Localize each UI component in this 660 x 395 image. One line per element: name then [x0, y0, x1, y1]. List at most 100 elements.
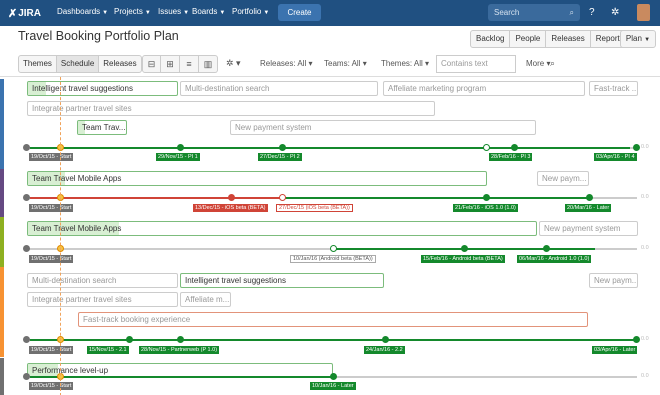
release-label[interactable]: 28/Nov/15 - Partnerweb (P 1.0): [139, 346, 220, 354]
release-marker[interactable]: [23, 373, 30, 380]
release-label[interactable]: 27/Dec/15 - PI 2: [258, 153, 302, 161]
release-marker[interactable]: [461, 245, 468, 252]
themes-filter[interactable]: Themes: All ▾: [381, 59, 429, 68]
release-marker[interactable]: [633, 336, 640, 343]
release-label[interactable]: 21/Feb/16 - iOS 1.0 (1.0): [453, 204, 518, 212]
teams-filter[interactable]: Teams: All ▾: [324, 59, 367, 68]
epic-label: New paym...: [594, 276, 638, 285]
release-marker[interactable]: [330, 373, 337, 380]
release-label[interactable]: 10/Jan/16 (Android beta (BETA)): [290, 255, 376, 263]
top-navigation-bar: ✗ JIRA Dashboards ▼ Projects ▼ Issues ▼ Boa…: [0, 0, 660, 26]
list-view-icon[interactable]: ≡: [180, 55, 199, 73]
release-label[interactable]: 29/Nov/15 - PI 1: [156, 153, 200, 161]
more-menu[interactable]: More ▾: [526, 59, 550, 68]
epic-bar[interactable]: Fast-track booking experience: [78, 312, 588, 327]
epic-label: Intelligent travel suggestions: [185, 276, 286, 285]
gear-icon[interactable]: ✲: [611, 5, 619, 21]
search-input[interactable]: Search ⌕: [488, 4, 580, 21]
stream-color-stripe: [0, 169, 4, 217]
release-label[interactable]: 19/Oct/15 - Start: [29, 153, 74, 161]
release-marker[interactable]: [177, 144, 184, 151]
release-timeline: [25, 339, 638, 341]
release-label[interactable]: 15/Nov/15 - 2.1: [87, 346, 129, 354]
release-marker[interactable]: [228, 194, 235, 201]
create-button[interactable]: Create: [278, 4, 321, 21]
release-marker[interactable]: [23, 194, 30, 201]
release-marker[interactable]: [23, 245, 30, 252]
avatar[interactable]: [637, 4, 650, 21]
nav-menu-portfolio[interactable]: Portfolio ▼: [232, 7, 269, 16]
epic-label: Integrate partner travel sites: [32, 295, 132, 304]
release-label[interactable]: 03/Apr/16 - Later: [592, 346, 638, 354]
release-marker[interactable]: [543, 245, 550, 252]
release-label[interactable]: 19/Oct/15 - Start: [29, 346, 74, 354]
backlog-button[interactable]: Backlog: [470, 30, 511, 48]
release-marker[interactable]: [483, 194, 490, 201]
release-label[interactable]: 24/Jan/16 - 2.2: [364, 346, 405, 354]
release-label[interactable]: 06/Mar/16 - Android 1.0 (1.0): [517, 255, 592, 263]
release-label[interactable]: 13/Dec/15 - iOS beta (BETA): [193, 204, 268, 212]
tab-themes[interactable]: Themes: [19, 56, 56, 72]
releases-button[interactable]: Releases: [546, 30, 591, 48]
group-by-stream-icon[interactable]: ⊟: [142, 55, 161, 73]
contains-text-input[interactable]: Contains text: [436, 55, 516, 73]
release-label[interactable]: 03/Apr/16 - PI 4: [594, 153, 637, 161]
release-marker[interactable]: [382, 336, 389, 343]
epic-bar[interactable]: Team Travel Mobile Apps: [27, 171, 487, 186]
epic-bar[interactable]: Multi-destination search: [27, 273, 178, 288]
release-marker[interactable]: [511, 144, 518, 151]
page-title: Travel Booking Portfolio Plan: [18, 29, 179, 43]
release-marker[interactable]: [126, 336, 133, 343]
release-marker[interactable]: [279, 144, 286, 151]
settings-gear-icon[interactable]: ✲ ▾: [226, 58, 241, 69]
epic-bar[interactable]: Team Trav...: [77, 120, 127, 135]
tab-releases[interactable]: Releases: [99, 56, 140, 72]
people-button[interactable]: People: [510, 30, 547, 48]
nav-menu-boards[interactable]: Boards ▼: [192, 7, 225, 16]
nav-menu-projects[interactable]: Projects ▼: [114, 7, 151, 16]
toolbar: Themes Schedule Releases ⊟ ⊞ ≡ ▥ ✲ ▾ Rel…: [18, 54, 658, 74]
group-by-team-icon[interactable]: ⊞: [161, 55, 180, 73]
release-marker[interactable]: [279, 194, 286, 201]
release-marker[interactable]: [23, 336, 30, 343]
epic-bar[interactable]: Multi-destination search: [180, 81, 378, 96]
epic-bar[interactable]: Affeliate m...: [180, 292, 231, 307]
epic-bar[interactable]: New paym...: [537, 171, 589, 186]
epic-label: New payment system: [544, 224, 621, 233]
release-label[interactable]: 20/Mar/16 - Later: [565, 204, 612, 212]
epic-bar[interactable]: New payment system: [230, 120, 536, 135]
epic-bar[interactable]: Integrate partner travel sites: [27, 101, 435, 116]
nav-menu-dashboards[interactable]: Dashboards ▼: [57, 7, 108, 16]
epic-bar[interactable]: New paym...: [589, 273, 638, 288]
nav-menu-issues[interactable]: Issues ▼: [158, 7, 189, 16]
release-marker[interactable]: [586, 194, 593, 201]
epic-bar[interactable]: Affeliate marketing program: [383, 81, 585, 96]
tab-schedule[interactable]: Schedule: [55, 56, 100, 72]
epic-bar[interactable]: Intelligent travel suggestions: [27, 81, 178, 96]
stream-color-stripe: [0, 217, 4, 267]
release-marker[interactable]: [177, 336, 184, 343]
release-marker[interactable]: [330, 245, 337, 252]
epic-bar[interactable]: Integrate partner travel sites: [27, 292, 178, 307]
epic-bar[interactable]: Fast-track ...: [589, 81, 638, 96]
search-icon[interactable]: ⌕: [550, 58, 555, 69]
release-marker[interactable]: [23, 144, 30, 151]
release-label[interactable]: 10/Jan/16 - Later: [310, 382, 356, 390]
release-marker[interactable]: [483, 144, 490, 151]
release-label[interactable]: 15/Feb/16 - Android beta (BETA): [421, 255, 505, 263]
epic-label: New paym...: [542, 174, 587, 183]
release-label[interactable]: 28/Feb/16 - PI 3: [489, 153, 533, 161]
jira-logo[interactable]: ✗ JIRA: [8, 5, 41, 21]
epic-bar[interactable]: Intelligent travel suggestions: [180, 273, 384, 288]
epic-bar[interactable]: New payment system: [539, 221, 638, 236]
release-label[interactable]: 19/Oct/15 - Start: [29, 255, 74, 263]
release-label[interactable]: 27/Dec/15 (iOS beta (BETA)): [276, 204, 353, 212]
releases-filter[interactable]: Releases: All ▾: [260, 59, 313, 68]
epic-bar[interactable]: Team Travel Mobile Apps: [27, 221, 537, 236]
help-icon[interactable]: ?: [589, 5, 595, 21]
release-label[interactable]: 19/Oct/15 - Start: [29, 204, 74, 212]
release-label[interactable]: 19/Oct/15 - Start: [29, 382, 74, 390]
plan-menu-button[interactable]: Plan ▼: [620, 30, 656, 48]
release-marker[interactable]: [633, 144, 640, 151]
columns-view-icon[interactable]: ▥: [199, 55, 218, 73]
